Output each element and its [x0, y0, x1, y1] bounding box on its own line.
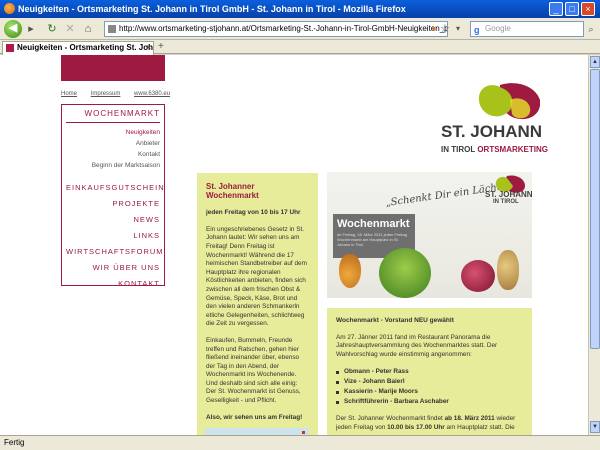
- new-tab-button[interactable]: +: [158, 41, 164, 52]
- sidebar-item-kontakt[interactable]: KONTAKT: [66, 276, 160, 292]
- sidebar-sub-neuigkeiten[interactable]: Neuigkeiten: [66, 127, 160, 138]
- link-6380[interactable]: www.6380.eu: [134, 91, 170, 97]
- sidebar-item-einkaufsgutschein[interactable]: EINKAUFSGUTSCHEIN: [66, 180, 164, 196]
- vorstand-member-list: Obmann - Peter Rass Vize - Johann Baierl…: [336, 367, 523, 407]
- wochenmarkt-intro-box: St. Johanner Wochenmarkt jeden Freitag v…: [197, 173, 318, 435]
- vertical-scrollbar[interactable]: ▲ ▼: [588, 55, 600, 435]
- list-item: Obmann - Peter Rass: [336, 367, 523, 377]
- sidebar-heading-wochenmarkt[interactable]: WOCHENMARKT: [66, 109, 160, 123]
- reload-button[interactable]: ↻: [46, 21, 58, 37]
- maximize-button[interactable]: □: [565, 2, 579, 16]
- logo-title: ST. JOHANN: [441, 122, 543, 141]
- intro-closing: Also, wir sehen uns am Freitag!: [206, 413, 303, 421]
- home-button[interactable]: ⌂: [82, 21, 94, 37]
- list-item: Schriftführerin - Barbara Aschaber: [336, 397, 523, 407]
- google-icon: g: [474, 25, 480, 35]
- sidebar-sub-anbieter[interactable]: Anbieter: [66, 138, 160, 149]
- search-input[interactable]: g Google: [470, 21, 584, 37]
- intro-title: St. Johanner Wochenmarkt: [206, 182, 259, 200]
- vorstand-title: Wochenmarkt - Vorstand NEU gewählt: [336, 317, 454, 324]
- firefox-icon: [4, 3, 15, 14]
- pear-image: [339, 254, 361, 288]
- window-titlebar: Neuigkeiten - Ortsmarketing St. Johann i…: [0, 0, 600, 18]
- rss-icon[interactable]: ▪: [430, 21, 438, 37]
- scroll-up-arrow-icon[interactable]: ▲: [590, 56, 600, 68]
- logo-subtitle: IN TIROL ORTSMARKETING: [441, 145, 548, 154]
- vorstand-news-box: Wochenmarkt - Vorstand NEU gewählt Am 27…: [327, 308, 532, 435]
- sidebar-item-wir-ueber-uns[interactable]: WIR ÜBER UNS: [66, 260, 160, 276]
- wochenmarkt-poster-image: „Schenkt Dir ein Lächeln. ST. JOHANN IN …: [327, 172, 532, 298]
- logo-subtitle-tirol: IN TIROL: [441, 145, 476, 154]
- vorstand-paragraph-2: Der St. Johanner Wochenmarkt findet ab 1…: [336, 415, 523, 432]
- sidebar-item-news[interactable]: NEWS: [66, 212, 160, 228]
- intro-hours: jeden Freitag von 10 bis 17 Uhr: [206, 209, 301, 217]
- link-home[interactable]: Home: [61, 91, 77, 97]
- sidebar-sub-beginn[interactable]: Beginn der Marktsaison: [66, 160, 160, 171]
- address-bar[interactable]: http://www.ortsmarketing-stjohann.at/Ort…: [104, 21, 448, 37]
- sidebar-item-wirtschaftsforum[interactable]: WIRTSCHAFTSFORUM: [66, 244, 163, 260]
- para2-date: ab 18. März 2011: [444, 415, 495, 423]
- poster-logo-line1: ST. JOHANN: [485, 190, 532, 199]
- para2-suffix: am Hauptplatz statt. Die: [444, 423, 515, 431]
- sidebar-item-links[interactable]: LINKS: [66, 228, 160, 244]
- para2-hours: 10.00 bis 17.00 Uhr: [387, 423, 445, 431]
- lettuce-image: [379, 248, 431, 298]
- bookmark-star-icon[interactable]: ☆: [440, 21, 450, 37]
- dropdown-arrow-icon[interactable]: ▾: [452, 21, 464, 37]
- back-button[interactable]: ◀: [4, 20, 22, 38]
- search-placeholder: Google: [485, 24, 511, 33]
- scroll-down-arrow-icon[interactable]: ▼: [590, 421, 600, 433]
- logo-subtitle-ortsmarketing: ORTSMARKETING: [477, 145, 548, 154]
- sidebar-nav: WOCHENMARKT Neuigkeiten Anbieter Kontakt…: [61, 104, 165, 288]
- poster-sign-title: Wochenmarkt: [337, 218, 410, 230]
- list-item: Vize - Johann Baierl: [336, 377, 523, 387]
- intro-bottom-image: [205, 428, 309, 435]
- tab-bar: Neuigkeiten - Ortsmarketing St. Joh... ×…: [0, 40, 600, 55]
- list-item: Kassierin - Marije Moors: [336, 387, 523, 397]
- page-viewport: Home Impressum www.6380.eu WOCHENMARKT N…: [0, 55, 588, 435]
- close-window-button[interactable]: ×: [581, 2, 595, 16]
- vorstand-paragraph-1: Am 27. Jänner 2011 fand im Restaurant Pa…: [336, 333, 498, 358]
- onion-image: [461, 260, 495, 292]
- tab-favicon-icon: [6, 44, 14, 52]
- close-tab-icon[interactable]: ×: [146, 42, 151, 54]
- top-links: Home Impressum www.6380.eu: [61, 91, 182, 97]
- minimize-button[interactable]: _: [549, 2, 563, 16]
- navigation-toolbar: ◀ ▸ ↻ ✕ ⌂ http://www.ortsmarketing-stjoh…: [0, 18, 600, 40]
- poster-sign-subtitle: ab Freitag, 18. März 2011 jeden Freitag …: [337, 232, 407, 247]
- tab-active[interactable]: Neuigkeiten - Ortsmarketing St. Joh... ×: [2, 41, 154, 55]
- address-url: http://www.ortsmarketing-stjohann.at/Ort…: [119, 24, 447, 33]
- sidebar-sub-kontakt[interactable]: Kontakt: [66, 149, 160, 160]
- scrollbar-thumb[interactable]: [590, 69, 600, 349]
- status-text: Fertig: [4, 438, 25, 447]
- para2-prefix: Der St. Johanner Wochenmarkt findet: [336, 415, 445, 423]
- potato-image: [497, 250, 519, 290]
- link-impressum[interactable]: Impressum: [91, 91, 121, 97]
- header-color-block: [61, 55, 165, 81]
- forward-button[interactable]: ▸: [25, 21, 37, 37]
- tab-label: Neuigkeiten - Ortsmarketing St. Joh...: [17, 43, 154, 52]
- intro-paragraph-2: Einkaufen, Bummeln, Freunde treffen und …: [206, 336, 301, 405]
- stop-button[interactable]: ✕: [64, 21, 76, 37]
- status-bar: Fertig: [0, 435, 600, 450]
- sidebar-item-projekte[interactable]: PROJEKTE: [66, 196, 160, 212]
- window-title: Neuigkeiten - Ortsmarketing St. Johann i…: [18, 4, 406, 14]
- poster-logo-line2: IN TIROL: [493, 199, 519, 205]
- site-favicon-icon: [108, 25, 116, 33]
- search-magnifier-icon[interactable]: ⌕: [586, 21, 596, 37]
- intro-paragraph-1: Ein ungeschriebenes Gesetz in St. Johann…: [206, 225, 307, 328]
